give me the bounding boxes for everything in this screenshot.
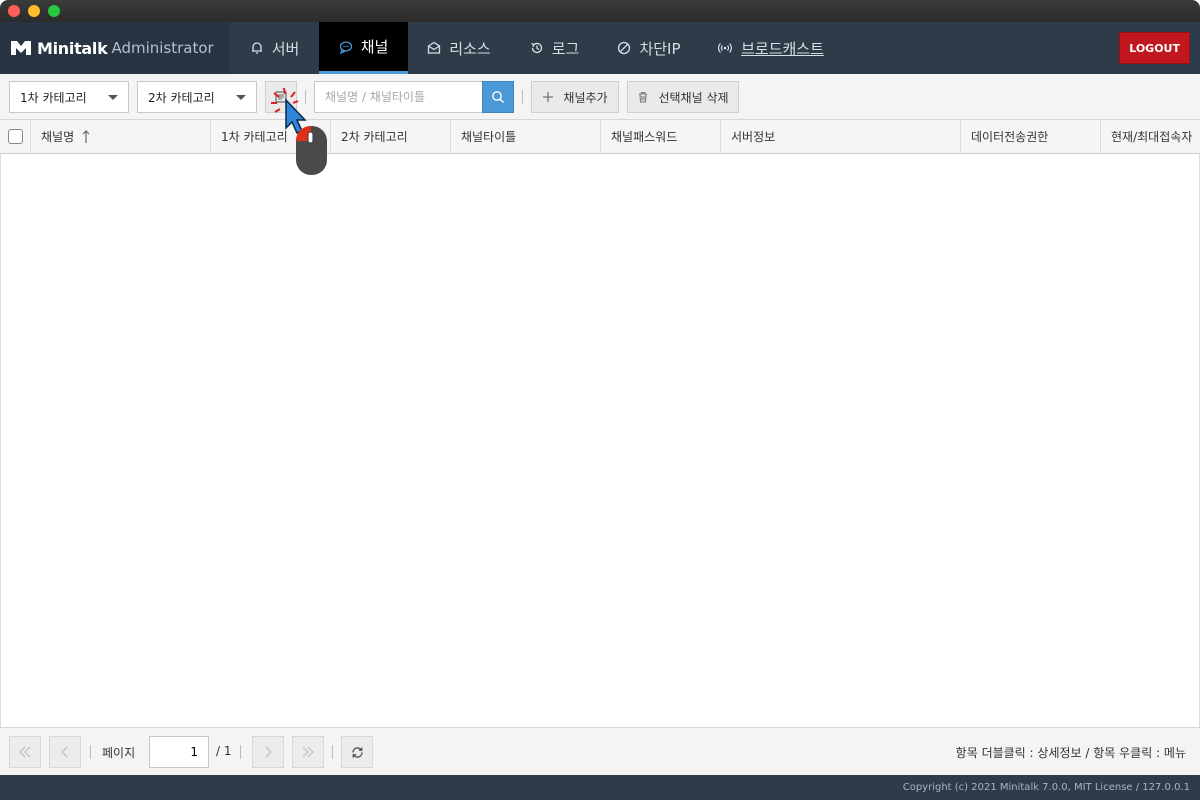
plus-icon (543, 92, 554, 102)
page-number-input[interactable] (149, 736, 209, 768)
copyright-text: Copyright (c) 2021 Minitalk 7.0.0, MIT L… (902, 782, 1190, 793)
column-header-channel-title[interactable]: 채널타이틀 (451, 120, 601, 153)
column-header-label: 1차 카테고리 (221, 130, 288, 144)
column-header-server-info[interactable]: 서버정보 (721, 120, 961, 153)
page-label: 페이지 (102, 746, 136, 760)
category1-select[interactable]: 1차 카테고리 (9, 81, 129, 113)
brand[interactable]: Minitalk Administrator (0, 22, 230, 74)
tab-blocked-ip[interactable]: 차단IP (599, 22, 699, 74)
column-header-channel-name[interactable]: 채널명 (31, 120, 211, 153)
chevron-down-icon (236, 95, 246, 100)
brand-name: Minitalk (37, 38, 108, 58)
chevron-left-icon (61, 746, 68, 758)
tab-log[interactable]: 로그 (510, 22, 599, 74)
add-channel-label: 채널추가 (563, 90, 608, 105)
category2-select[interactable]: 2차 카테고리 (137, 81, 257, 113)
channel-toolbar: 1차 카테고리 2차 카테고리 채널추가 선택채널 삭제 (0, 74, 1200, 120)
manage-category-button[interactable] (265, 81, 297, 113)
select-all-checkbox[interactable] (8, 129, 23, 144)
previous-page-button[interactable] (49, 736, 81, 768)
toolbar-divider (305, 90, 306, 104)
column-header-label: 데이터전송권한 (971, 130, 1049, 144)
chat-bubble-icon (339, 40, 352, 54)
double-chevron-left-icon (19, 746, 31, 758)
tab-broadcast[interactable]: 브로드캐스트 (699, 22, 842, 74)
usage-hint: 항목 더블클릭 : 상세정보 / 항목 우클릭 : 메뉴 (955, 746, 1186, 760)
column-header-category1[interactable]: 1차 카테고리 (211, 120, 331, 153)
column-header-label: 서버정보 (731, 130, 776, 144)
pagination-bar: 페이지 / 1 항목 더블클릭 : 상세정보 / 항목 우클릭 : 메뉴 (0, 727, 1200, 775)
channel-grid-body[interactable] (0, 154, 1200, 727)
sort-ascending-icon (82, 129, 90, 143)
tab-log-label: 로그 (551, 39, 580, 58)
minitalk-logo-icon (11, 41, 31, 55)
pager-divider (90, 745, 91, 759)
minimize-window-button[interactable] (28, 5, 40, 17)
category-manage-icon (275, 91, 287, 103)
logout-button[interactable]: LOGOUT (1119, 32, 1190, 64)
history-icon (530, 42, 542, 54)
chevron-down-icon (108, 95, 118, 100)
channel-search-input[interactable] (314, 81, 482, 113)
tab-resource-label: 리소스 (449, 39, 491, 58)
column-header-channel-password[interactable]: 채널패스워드 (601, 120, 721, 153)
zoom-window-button[interactable] (48, 5, 60, 17)
mail-icon (428, 41, 441, 54)
column-header-current-max-users[interactable]: 현재/최대접속자 (1101, 120, 1200, 153)
tab-channel-label: 채널 (360, 38, 389, 56)
tab-channel[interactable]: 채널 (319, 22, 408, 74)
brand-subtitle: Administrator (111, 39, 214, 57)
first-page-button[interactable] (9, 736, 41, 768)
delete-selected-channel-button[interactable]: 선택채널 삭제 (627, 81, 739, 113)
column-header-label: 2차 카테고리 (341, 130, 408, 144)
tab-server-label: 서버 (271, 39, 300, 58)
search-button[interactable] (482, 81, 514, 113)
column-header-label: 채널명 (41, 130, 75, 144)
column-header-label: 채널타이틀 (461, 130, 517, 144)
window-titlebar (0, 0, 1200, 22)
refresh-button[interactable] (341, 736, 373, 768)
search-icon (492, 91, 504, 103)
broadcast-icon (718, 43, 733, 53)
top-navbar: Minitalk Administrator 서버 채널 리소스 로그 차단IP… (0, 22, 1200, 74)
tab-server[interactable]: 서버 (230, 22, 319, 74)
column-header-label: 채널패스워드 (611, 130, 678, 144)
tab-broadcast-label: 브로드캐스트 (741, 39, 824, 58)
refresh-icon (351, 746, 363, 758)
double-chevron-right-icon (302, 746, 314, 758)
column-header-data-transfer-permission[interactable]: 데이터전송권한 (961, 120, 1101, 153)
total-pages: / 1 (216, 744, 232, 758)
column-header-category2[interactable]: 2차 카테고리 (331, 120, 451, 153)
chevron-right-icon (265, 746, 272, 758)
tab-blocked-ip-label: 차단IP (639, 39, 681, 58)
pager-divider (240, 745, 241, 759)
ban-icon (618, 41, 631, 55)
tab-resource[interactable]: 리소스 (408, 22, 510, 74)
toolbar-divider (522, 90, 523, 104)
next-page-button[interactable] (252, 736, 284, 768)
category1-value: 1차 카테고리 (20, 90, 87, 105)
status-bar: Copyright (c) 2021 Minitalk 7.0.0, MIT L… (0, 775, 1200, 800)
delete-selected-label: 선택채널 삭제 (658, 90, 729, 105)
select-all-column (0, 120, 31, 153)
category2-value: 2차 카테고리 (148, 90, 215, 105)
last-page-button[interactable] (292, 736, 324, 768)
pager-divider (332, 745, 333, 759)
bell-icon (251, 42, 262, 54)
close-window-button[interactable] (8, 5, 20, 17)
column-header-label: 현재/최대접속자 (1111, 130, 1193, 144)
trash-icon (639, 91, 648, 103)
add-channel-button[interactable]: 채널추가 (531, 81, 619, 113)
channel-grid-header: 채널명 1차 카테고리 2차 카테고리 채널타이틀 채널패스워드 서버정보 데이… (0, 120, 1200, 154)
